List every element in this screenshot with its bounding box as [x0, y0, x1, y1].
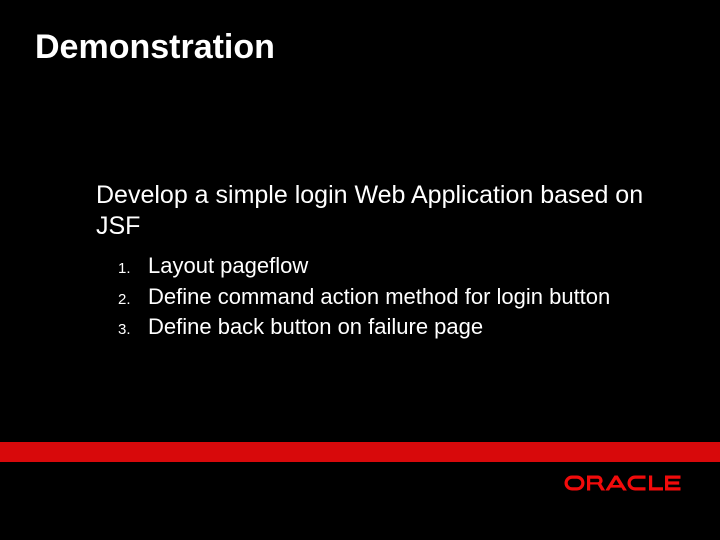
slide-title: Demonstration	[35, 28, 275, 67]
list-item-number: 2.	[118, 291, 148, 308]
slide-subtitle: Develop a simple login Web Application b…	[96, 180, 660, 243]
oracle-logo	[564, 474, 682, 492]
list-item-text: Define command action method for login b…	[148, 283, 610, 312]
accent-bar	[0, 442, 720, 462]
list-item-number: 3.	[118, 321, 148, 338]
list-item-number: 1.	[118, 260, 148, 277]
slide: Demonstration Develop a simple login Web…	[0, 0, 720, 540]
list-item-text: Layout pageflow	[148, 252, 308, 281]
list-item: 2. Define command action method for logi…	[118, 283, 680, 312]
list-item-text: Define back button on failure page	[148, 313, 483, 342]
oracle-logo-icon	[564, 474, 682, 492]
ordered-list: 1. Layout pageflow 2. Define command act…	[118, 252, 680, 344]
list-item: 1. Layout pageflow	[118, 252, 680, 281]
list-item: 3. Define back button on failure page	[118, 313, 680, 342]
